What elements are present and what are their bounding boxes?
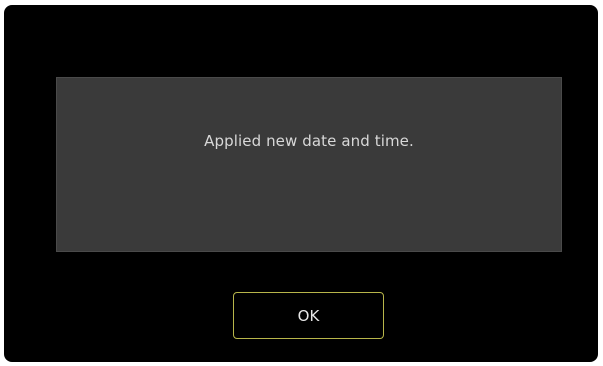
ok-button[interactable]: OK — [233, 292, 384, 339]
date-time-dialog: Applied new date and time. OK — [4, 5, 598, 362]
dialog-message: Applied new date and time. — [204, 132, 414, 150]
message-panel: Applied new date and time. — [56, 77, 562, 252]
